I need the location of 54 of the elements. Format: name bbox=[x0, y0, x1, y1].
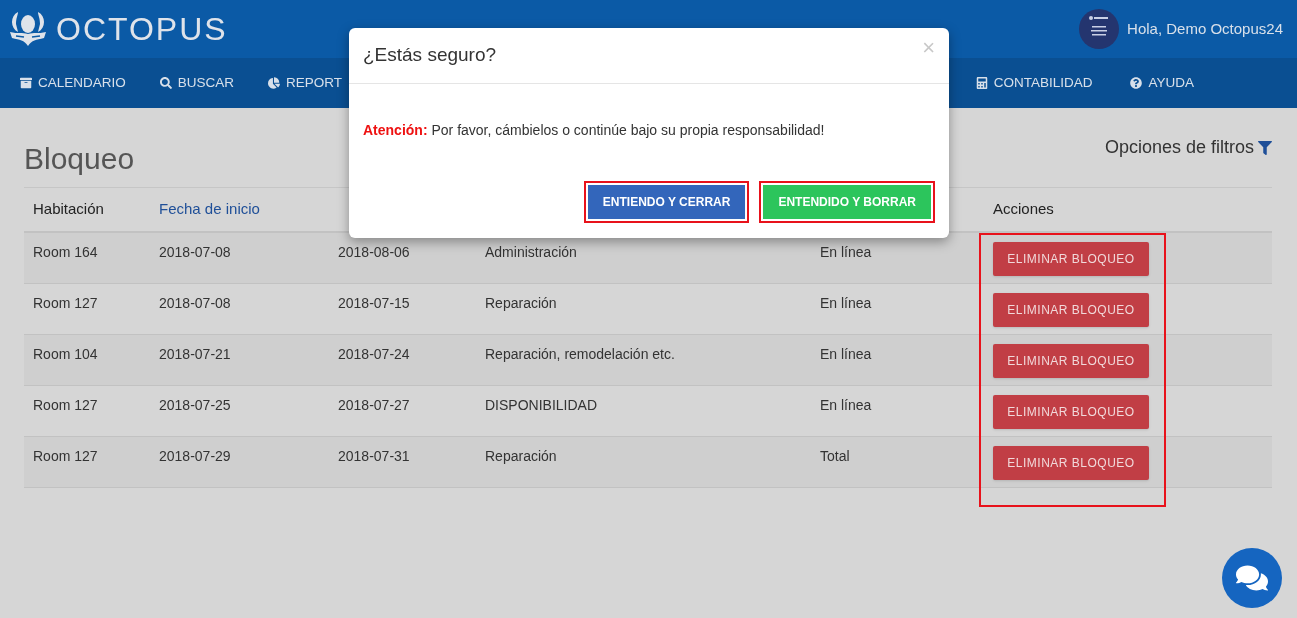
table-cell: Administración bbox=[485, 244, 577, 260]
table-cell: 2018-07-08 bbox=[159, 295, 231, 311]
filter-icon bbox=[1258, 140, 1272, 155]
table-cell: 2018-07-31 bbox=[338, 448, 410, 464]
table-cell: 2018-07-27 bbox=[338, 397, 410, 413]
table-cell: Room 164 bbox=[33, 244, 98, 260]
table-cell: 2018-07-15 bbox=[338, 295, 410, 311]
table-cell: Room 127 bbox=[33, 397, 98, 413]
page-title: Bloqueo bbox=[24, 141, 135, 177]
table-cell: Reparación, remodelación etc. bbox=[485, 346, 675, 362]
dialog-button[interactable]: ENTIENDO Y CERRAR bbox=[587, 185, 746, 219]
nav-icon bbox=[20, 77, 32, 89]
table-cell: En línea bbox=[820, 397, 872, 413]
remove-block-button[interactable]: ELIMINAR BLOQUEO bbox=[993, 344, 1149, 378]
table-cell: 2018-07-29 bbox=[159, 448, 231, 464]
table-cell: Total bbox=[820, 448, 850, 464]
remove-block-button[interactable]: ELIMINAR BLOQUEO bbox=[993, 395, 1149, 429]
table-cell: Room 127 bbox=[33, 448, 98, 464]
table-cell: 2018-08-06 bbox=[338, 244, 410, 260]
octopus-logo-icon bbox=[8, 10, 48, 48]
filter-options-link[interactable]: Opciones de filtros bbox=[1104, 134, 1272, 161]
column-header: Acciones bbox=[993, 200, 1054, 218]
user-greeting[interactable]: Hola, Demo Octopus24 bbox=[1127, 17, 1283, 41]
table-cell: DISPONIBILIDAD bbox=[485, 397, 598, 413]
nav-link[interactable]: REPORT bbox=[268, 72, 343, 94]
table-cell: En línea bbox=[820, 244, 872, 260]
nav-link[interactable]: AYUDA bbox=[1130, 72, 1194, 94]
table-cell: Room 127 bbox=[33, 295, 98, 311]
column-header: Habitación bbox=[33, 200, 104, 218]
table-cell: Reparación bbox=[485, 448, 557, 464]
column-header[interactable]: Fecha de inicio bbox=[159, 200, 260, 218]
table-cell: En línea bbox=[820, 346, 872, 362]
nav-icon bbox=[1130, 77, 1143, 89]
table-cell: 2018-07-25 bbox=[159, 397, 231, 413]
dialog-message: Atención: Por favor, cámbielos o continúe bajo su propia responsabilidad! bbox=[362, 121, 826, 140]
dialog-title: ¿Estás seguro? bbox=[363, 43, 497, 68]
nav-link[interactable]: BUSCAR bbox=[159, 72, 235, 94]
nav-link[interactable]: CALENDARIO bbox=[20, 72, 126, 94]
nav-icon bbox=[975, 77, 988, 89]
remove-block-button[interactable]: ELIMINAR BLOQUEO bbox=[993, 242, 1149, 276]
remove-block-button[interactable]: ELIMINAR BLOQUEO bbox=[993, 446, 1149, 480]
brand-name: OCTOPUS bbox=[56, 10, 228, 49]
table-cell: 2018-07-08 bbox=[159, 244, 231, 260]
table-cell: 2018-07-21 bbox=[159, 346, 231, 362]
table-cell: Room 104 bbox=[33, 346, 98, 362]
table-cell: En línea bbox=[820, 295, 872, 311]
avatar-icon bbox=[1079, 9, 1120, 49]
remove-block-button[interactable]: ELIMINAR BLOQUEO bbox=[993, 293, 1149, 327]
chat-button[interactable] bbox=[1222, 548, 1282, 608]
table-cell: 2018-07-24 bbox=[338, 346, 410, 362]
nav-icon bbox=[159, 77, 172, 89]
nav-icon bbox=[268, 77, 281, 89]
nav-link[interactable]: CONTABILIDAD bbox=[975, 72, 1093, 94]
table-cell: Reparación bbox=[485, 295, 557, 311]
